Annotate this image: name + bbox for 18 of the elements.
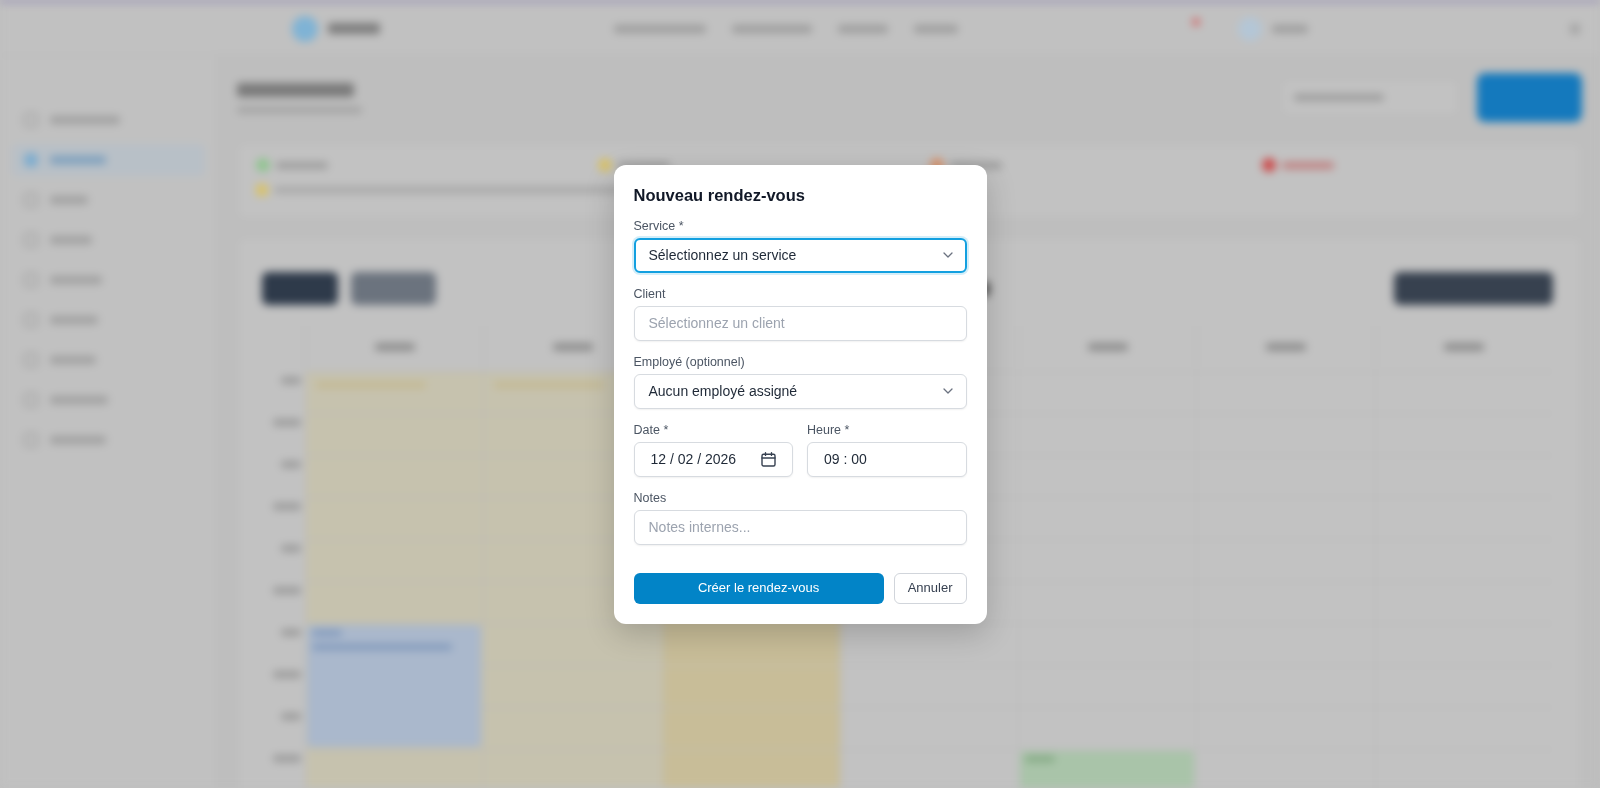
field-label: Client <box>633 286 667 302</box>
field-label: Service * <box>633 218 685 234</box>
chevron-down-icon <box>942 252 953 258</box>
dialog-title: Nouveau rendez-vous <box>633 184 806 205</box>
input-field[interactable]: Sélectionnez un client <box>633 305 967 341</box>
field-label: Employé (optionnel) <box>633 354 746 370</box>
date-field[interactable]: 12 / 02 / 2026 <box>633 441 793 477</box>
field-label: Date * <box>633 422 670 438</box>
field-label: Heure * <box>807 422 851 438</box>
dropdown-field[interactable]: Sélectionnez un service <box>633 237 967 273</box>
chevron-down-icon <box>942 388 953 394</box>
time-field[interactable]: 09 : 00 <box>807 441 967 477</box>
dropdown-field[interactable]: Aucun employé assigné <box>633 373 967 409</box>
field-label: Notes <box>633 490 668 506</box>
calendar-icon <box>761 451 776 467</box>
cancel-button[interactable]: Annuler <box>893 572 967 604</box>
input-field[interactable]: Notes internes... <box>633 509 967 545</box>
create-button[interactable]: Créer le rendez-vous <box>633 572 884 604</box>
